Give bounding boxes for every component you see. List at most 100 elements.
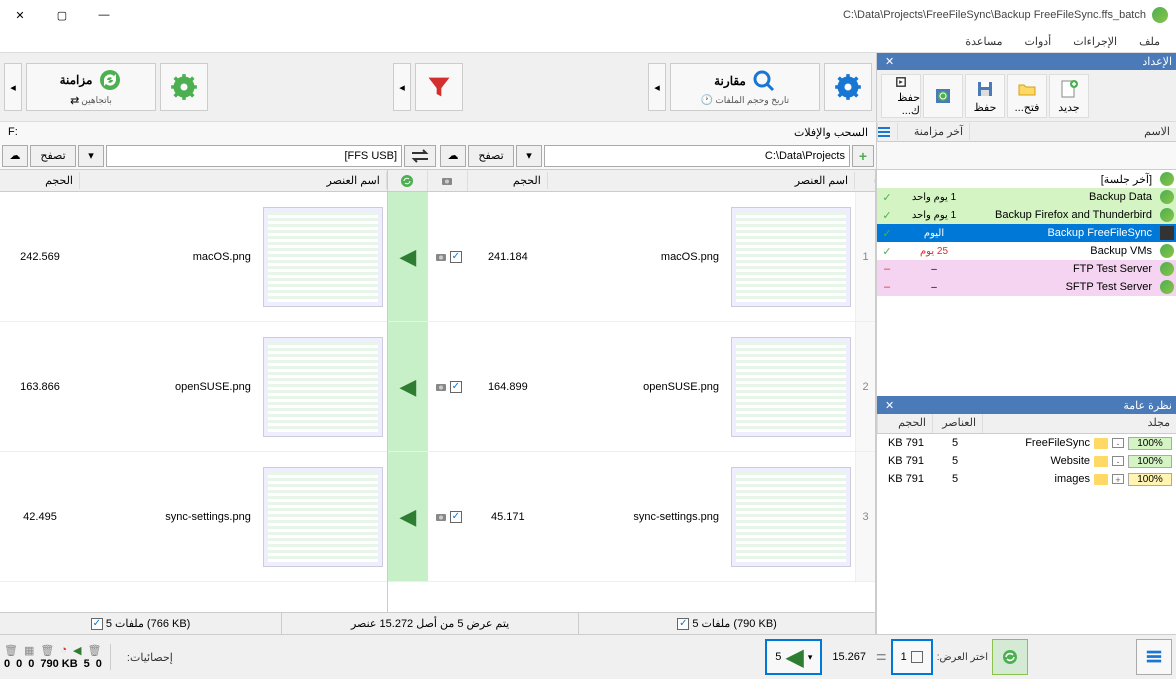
mid-row: ◀ [388, 452, 468, 582]
grid-right-col-size[interactable]: الحجم [0, 172, 80, 189]
config-col-icon[interactable] [877, 123, 897, 141]
sync-button[interactable]: مزامنة ⇄ باتجاهين [26, 63, 156, 111]
config-new-button[interactable]: جديد [1049, 74, 1089, 118]
menu-actions[interactable]: الإجراءات [1065, 33, 1125, 50]
overview-row[interactable]: 100%-Website5791 KB [877, 452, 1176, 470]
config-col-name[interactable]: الاسم [969, 123, 1176, 140]
window-title: C:\Data\Projects\FreeFileSync\Backup Fre… [843, 7, 1168, 23]
overview-col-folder[interactable]: مجلد [982, 414, 1176, 433]
app-icon [1152, 7, 1168, 23]
menu-file[interactable]: ملف [1131, 33, 1168, 50]
category-cell[interactable] [428, 452, 468, 581]
grid-right[interactable]: 242.569macOS.png163.866openSUSE.png42.49… [0, 192, 387, 612]
config-row[interactable]: Backup Data1 يوم واحد✓ [877, 188, 1176, 206]
config-row[interactable]: Backup FreeFileSyncاليوم✓ [877, 224, 1176, 242]
mid-action-header[interactable] [388, 170, 428, 191]
action-cell[interactable]: ◀ [388, 452, 428, 581]
arrow-left-big-icon: ◀ [785, 643, 803, 672]
overview-row[interactable]: 100%-FreeFileSync5791 KB [877, 434, 1176, 452]
config-row[interactable]: [آخر جلسة] [877, 170, 1176, 188]
stats-box: 🗑 ▦ 🗑 ◔ ◀ 🗑 0 0 0 790 KB 5 0 [4, 644, 111, 670]
swap-button[interactable] [404, 145, 436, 167]
config-save-batch-button[interactable]: ▸ حفظ ك... [881, 74, 921, 118]
mid-category-header[interactable] [428, 170, 468, 191]
window-close-button[interactable]: ✕ [8, 3, 32, 27]
gear-blue-icon [834, 73, 862, 101]
menu-help[interactable]: مساعدة [957, 33, 1010, 50]
compare-button[interactable]: مقارنة 🕐 تاريخ وحجم الملفات [670, 63, 820, 111]
stat-icon-delete-right: 🗑 [40, 644, 54, 657]
status-check-right[interactable] [91, 618, 103, 630]
overview-col-size[interactable]: الحجم [877, 414, 932, 433]
svg-text:▸: ▸ [899, 77, 903, 86]
config-row[interactable]: SFTP Test Server–– [877, 278, 1176, 296]
mid-row: ◀ [388, 322, 468, 452]
config-panel-close[interactable]: ✕ [881, 55, 898, 68]
gear-green-icon [170, 73, 198, 101]
browse-left-button[interactable]: تصفح [30, 145, 76, 167]
menu-tools[interactable]: أدوات [1017, 33, 1060, 50]
compare-settings-button[interactable] [824, 63, 872, 111]
stat-icon-create-right: 🗑 [4, 644, 18, 657]
overview-close[interactable]: ✕ [881, 399, 898, 412]
path-dropdown-left[interactable]: ▾ [78, 145, 104, 167]
file-row[interactable]: 45.171sync-settings.png3 [468, 452, 875, 582]
save-sync-icon [933, 86, 953, 106]
sync-preview-button[interactable] [992, 639, 1028, 675]
sync-icon [98, 68, 122, 92]
equals-icon: = [876, 647, 887, 668]
config-save-sync-button[interactable] [923, 74, 963, 118]
file-row[interactable]: 242.569macOS.png [0, 192, 387, 322]
category-cell[interactable] [428, 192, 468, 321]
path-dropdown-right[interactable]: ▾ [516, 145, 542, 167]
file-row[interactable]: 163.866openSUSE.png [0, 322, 387, 452]
window-maximize-button[interactable]: ▢ [50, 3, 74, 27]
box-icon [911, 651, 923, 663]
config-row[interactable]: Backup Firefox and Thunderbird1 يوم واحد… [877, 206, 1176, 224]
config-save-button[interactable]: حفظ [965, 74, 1005, 118]
overview-header: نظرة عامة ✕ [877, 396, 1176, 414]
diff-count: 15.267 [826, 651, 872, 663]
compare-dropdown[interactable]: ◂ [648, 63, 666, 111]
stat-icon-update-left: ◀ [73, 644, 81, 657]
config-row[interactable]: Backup VMs25 يوم✓ [877, 242, 1176, 260]
path-input-left[interactable] [544, 145, 850, 167]
action-cell[interactable]: ◀ [388, 322, 428, 451]
config-col-last[interactable]: آخر مزامنة [897, 123, 969, 140]
sync-preview-icon [1001, 648, 1019, 666]
sync-settings-button[interactable] [160, 63, 208, 111]
browse-right-button[interactable]: تصفح [468, 145, 514, 167]
overview-col-items[interactable]: العناصر [932, 414, 982, 433]
grid-left-col-size[interactable]: الحجم [468, 172, 548, 189]
filter-button[interactable] [415, 63, 463, 111]
overview-row[interactable]: 100%+images5791 KB [877, 470, 1176, 488]
grid-left[interactable]: 241.184macOS.png1164.899openSUSE.png245.… [468, 192, 875, 612]
category-cell[interactable] [428, 322, 468, 451]
path-input-right[interactable] [106, 145, 402, 167]
status-check-left[interactable] [677, 618, 689, 630]
file-row[interactable]: 42.495sync-settings.png [0, 452, 387, 582]
grid-left-col-item[interactable]: اسم العنصر [548, 172, 855, 189]
file-row[interactable]: 164.899openSUSE.png2 [468, 322, 875, 452]
add-pair-button[interactable]: + [852, 145, 874, 167]
view-mode-button[interactable] [1136, 639, 1172, 675]
grid-center-status: يتم عرض 5 من أصل 15.272 عنصر [282, 612, 579, 634]
select-view-label: :اختر العرض [937, 652, 988, 663]
window-minimize-button[interactable]: — [92, 3, 116, 27]
action-cell[interactable]: ◀ [388, 192, 428, 321]
cloud-right-button[interactable]: ☁ [440, 145, 466, 167]
config-open-button[interactable]: فتح... [1007, 74, 1047, 118]
view-action-button[interactable]: 5 ◀ ▾ [765, 639, 822, 675]
config-list: [آخر جلسة]Backup Data1 يوم واحد✓Backup F… [877, 170, 1176, 296]
view-category-button[interactable]: 1 [891, 639, 933, 675]
file-row[interactable]: 241.184macOS.png1 [468, 192, 875, 322]
open-icon [1017, 79, 1037, 99]
drag-hint: السحب والإفلات [794, 126, 868, 139]
filter-dropdown[interactable]: ◂ [393, 63, 411, 111]
cloud-left-button[interactable]: ☁ [2, 145, 28, 167]
grid-right-col-item[interactable]: اسم العنصر [80, 172, 387, 189]
grid-left-col-idx[interactable] [855, 179, 875, 183]
config-row[interactable]: FTP Test Server–– [877, 260, 1176, 278]
sync-dropdown[interactable]: ◂ [4, 63, 22, 111]
list-icon [877, 125, 891, 139]
